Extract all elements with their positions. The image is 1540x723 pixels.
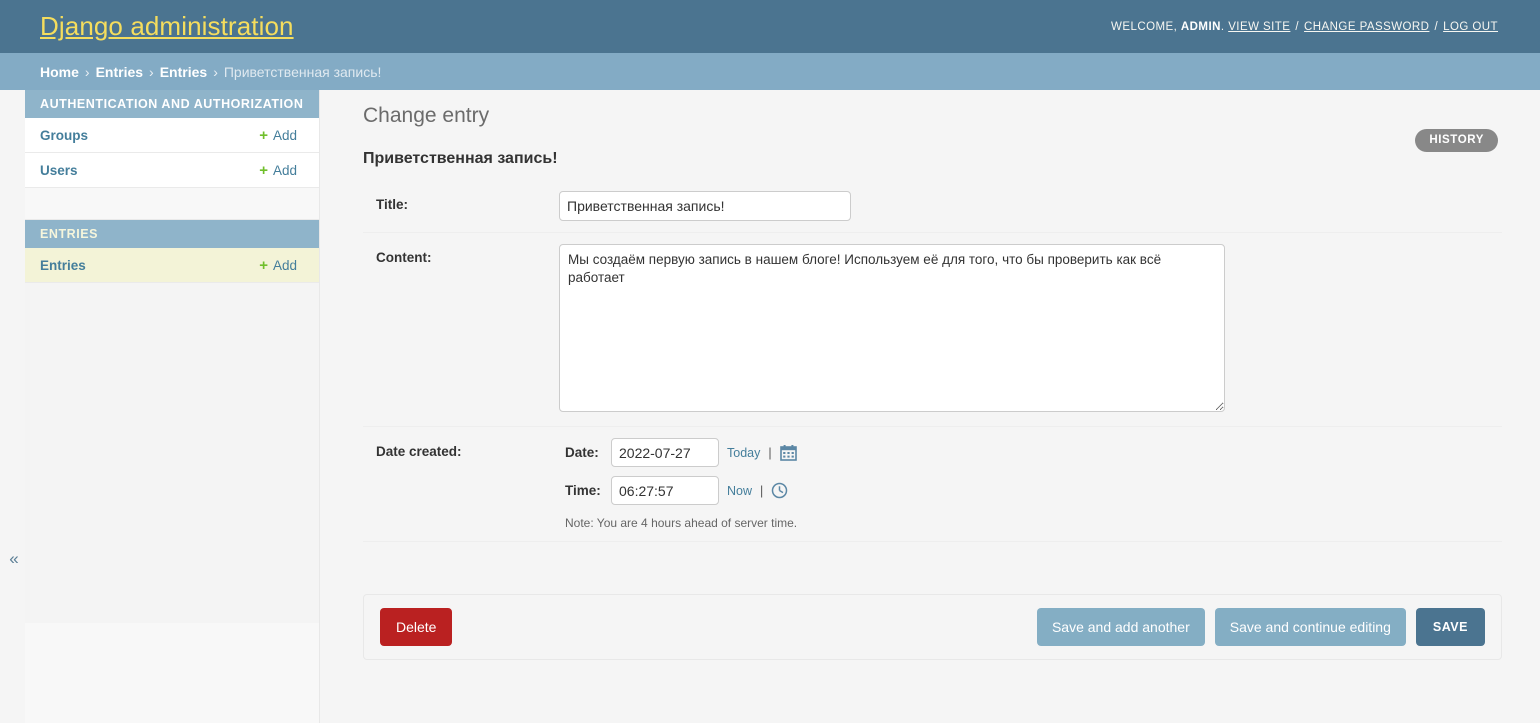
current-username: ADMIN <box>1180 20 1221 33</box>
plus-icon: + <box>259 161 268 179</box>
content-textarea[interactable]: Мы создаём первую запись в нашем блоге! … <box>559 244 1225 412</box>
sidebar-item-users[interactable]: Users + Add <box>25 153 319 188</box>
calendar-icon[interactable] <box>779 444 797 461</box>
user-tools-separator-2: / <box>1434 20 1439 33</box>
time-shortcut-separator: | <box>760 483 764 498</box>
title-field-widget <box>559 191 1502 221</box>
site-header: Django administration WELCOME, ADMIN . V… <box>0 0 1540 53</box>
breadcrumb-home[interactable]: Home <box>40 64 79 80</box>
sidebar-add-groups-label: Add <box>272 127 297 143</box>
submit-row: Delete Save and add another Save and con… <box>363 594 1502 660</box>
page-body: « AUTHENTICATION AND AUTHORIZATION Group… <box>0 90 1540 723</box>
object-tools: HISTORY <box>1415 129 1498 152</box>
welcome-text: WELCOME, <box>1111 20 1178 33</box>
sidebar-add-groups[interactable]: + Add <box>259 128 297 143</box>
time-label: Time: <box>565 483 601 498</box>
main-content: Change entry HISTORY Приветственная запи… <box>321 90 1540 723</box>
date-line: Date: Today | <box>565 438 1502 467</box>
time-line: Time: Now | <box>565 476 1502 505</box>
breadcrumb-chevron-2: › <box>149 63 154 80</box>
form-row-title: Title: <box>363 180 1502 233</box>
title-input[interactable] <box>559 191 851 221</box>
save-and-continue-button[interactable]: Save and continue editing <box>1214 608 1406 646</box>
view-site-link[interactable]: VIEW SITE <box>1228 21 1290 33</box>
sidebar-add-users[interactable]: + Add <box>259 163 297 178</box>
sidebar-collapse-toggle[interactable]: « <box>5 548 23 570</box>
user-tools: WELCOME, ADMIN . VIEW SITE / CHANGE PASS… <box>1111 21 1498 33</box>
date-created-field-label: Date created: <box>376 444 462 459</box>
sidebar-empty-area <box>25 283 319 623</box>
today-shortcut-link[interactable]: Today <box>727 446 760 460</box>
timezone-note: Note: You are 4 hours ahead of server ti… <box>565 516 798 530</box>
form-row-content: Content: Мы создаём первую запись в наше… <box>363 233 1502 427</box>
plus-icon: + <box>259 256 268 274</box>
navigation-sidebar: AUTHENTICATION AND AUTHORIZATION Groups … <box>25 90 320 723</box>
sidebar-app-caption-entries[interactable]: ENTRIES <box>25 220 319 248</box>
object-name-heading: Приветственная запись! <box>363 150 558 167</box>
history-button[interactable]: HISTORY <box>1415 129 1498 152</box>
content-field-label: Content: <box>376 250 432 265</box>
breadcrumb-current: Приветственная запись! <box>223 63 382 80</box>
site-title[interactable]: Django administration <box>40 11 294 42</box>
sidebar-item-groups[interactable]: Groups + Add <box>25 118 319 153</box>
delete-button[interactable]: Delete <box>380 608 453 646</box>
sidebar-item-entries[interactable]: Entries + Add <box>25 248 319 283</box>
sidebar-app-caption-auth[interactable]: AUTHENTICATION AND AUTHORIZATION <box>25 90 319 118</box>
breadcrumb: Home › Entries › Entries › Приветственна… <box>0 53 1540 90</box>
now-shortcut-link[interactable]: Now <box>727 484 752 498</box>
date-shortcut-separator: | <box>768 445 772 460</box>
title-field-label: Title: <box>376 197 409 212</box>
change-password-link[interactable]: CHANGE PASSWORD <box>1304 21 1429 33</box>
date-created-widget: Date: Today | <box>559 438 1502 530</box>
content-field-widget: Мы создаём первую запись в нашем блоге! … <box>559 244 1502 415</box>
sidebar-item-entries-label[interactable]: Entries <box>40 258 86 273</box>
sidebar-add-entries-label: Add <box>272 257 297 273</box>
page-title: Change entry <box>363 104 490 127</box>
breadcrumb-chevron-1: › <box>84 63 90 80</box>
user-tools-separator-1: / <box>1295 20 1300 33</box>
date-label: Date: <box>565 445 599 460</box>
date-input[interactable] <box>611 438 719 467</box>
save-button[interactable]: SAVE <box>1415 608 1485 646</box>
form-row-date-created: Date created: Date: Today | <box>363 427 1502 542</box>
breadcrumb-model[interactable]: Entries <box>160 64 207 80</box>
plus-icon: + <box>259 126 268 144</box>
sidebar-item-users-label[interactable]: Users <box>40 163 78 178</box>
sidebar-item-groups-label[interactable]: Groups <box>40 128 88 143</box>
save-and-add-another-button[interactable]: Save and add another <box>1036 608 1205 646</box>
clock-icon[interactable] <box>771 482 788 499</box>
sidebar-add-users-label: Add <box>272 162 297 178</box>
breadcrumb-chevron-3: › <box>213 63 218 80</box>
sidebar-add-entries[interactable]: + Add <box>259 258 297 273</box>
change-entry-form: Title: Content: Мы создаём первую запись… <box>363 180 1502 542</box>
sidebar-app-gap <box>25 188 319 220</box>
time-input[interactable] <box>611 476 719 505</box>
breadcrumb-app[interactable]: Entries <box>96 64 143 80</box>
log-out-link[interactable]: LOG OUT <box>1443 21 1498 33</box>
